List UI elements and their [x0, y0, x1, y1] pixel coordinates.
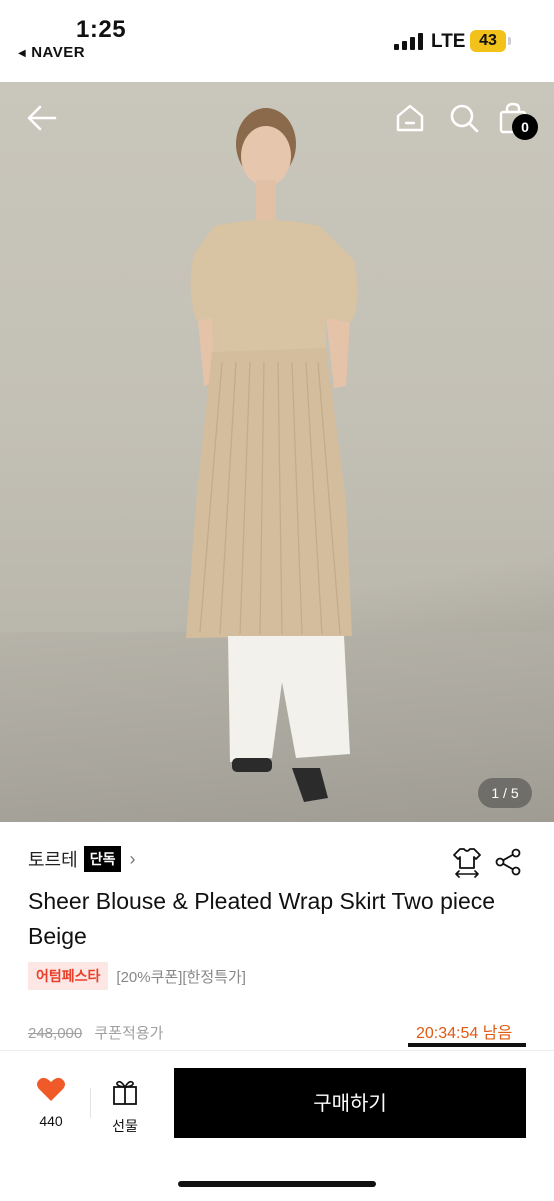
promo-tags: 어텀페스타 [20%쿠폰][한정특가]	[28, 962, 246, 990]
gift-button[interactable]: 선물	[104, 1078, 146, 1136]
product-title: Sheer Blouse & Pleated Wrap Skirt Two pi…	[28, 888, 496, 949]
original-price: 248,000	[28, 1025, 83, 1042]
battery-nub	[508, 37, 511, 45]
network-type: LTE	[431, 31, 466, 52]
gift-label: 선물	[112, 1118, 138, 1134]
cart-count-badge: 0	[512, 114, 538, 140]
sale-countdown: 20:34:54 남음	[416, 1025, 513, 1042]
image-counter: 1 / 5	[478, 778, 532, 808]
battery-indicator: 43	[470, 30, 506, 52]
coupon-price-label: 쿠폰적용가	[94, 1025, 164, 1042]
share-icon[interactable]	[494, 848, 522, 876]
gift-icon	[113, 1080, 137, 1105]
size-guide-icon[interactable]	[452, 846, 482, 878]
bottom-divider	[90, 1088, 91, 1118]
coupon-info: [20%쿠폰][한정특가]	[116, 968, 246, 986]
countdown-underline	[408, 1043, 526, 1047]
buy-button[interactable]: 구매하기	[174, 1068, 526, 1138]
search-icon[interactable]	[448, 102, 480, 134]
product-image[interactable]: 1 / 5	[0, 82, 554, 822]
cellular-signal-icon	[394, 32, 424, 50]
home-indicator	[178, 1181, 376, 1187]
promo-badge: 어텀페스타	[28, 962, 109, 990]
exclusive-badge: 단독	[83, 846, 122, 872]
like-button[interactable]: 440	[30, 1076, 72, 1129]
status-time: 1:25	[76, 16, 127, 43]
back-to-app-link[interactable]: ◀ NAVER	[18, 44, 85, 61]
back-app-label: NAVER	[31, 44, 86, 61]
chevron-right-icon: ›	[129, 848, 136, 869]
price-row: 248,000 쿠폰적용가	[28, 1022, 163, 1043]
back-triangle-icon: ◀	[18, 48, 27, 59]
home-icon[interactable]	[394, 102, 426, 134]
model-illustration	[186, 108, 358, 802]
status-bar: 1:25 ◀ NAVER LTE 43	[0, 0, 554, 82]
heart-icon	[37, 1077, 65, 1101]
like-count: 440	[39, 1113, 63, 1129]
brand-name: 토르테	[28, 850, 78, 870]
brand-link[interactable]: 토르테 단독 ›	[28, 846, 135, 872]
back-arrow-icon[interactable]	[26, 104, 58, 132]
